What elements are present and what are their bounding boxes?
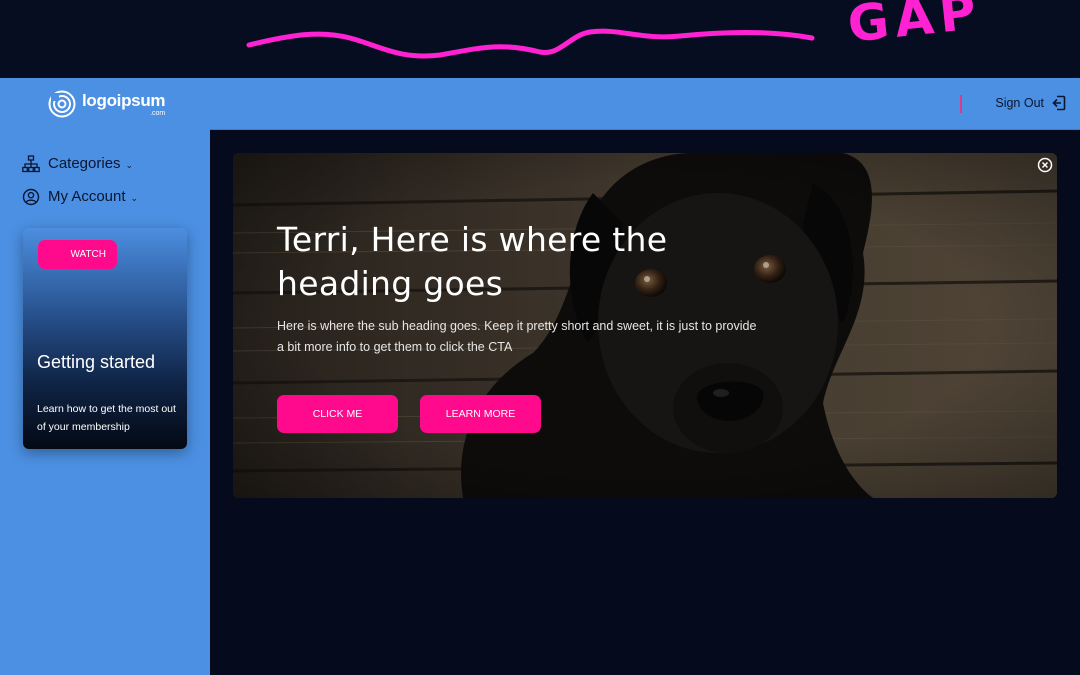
brand-suffix: .com — [150, 109, 166, 117]
watch-button[interactable]: WATCH — [38, 240, 117, 269]
close-icon[interactable] — [1037, 157, 1053, 173]
sidebar-item-categories[interactable]: Categories ⌄ — [22, 154, 138, 173]
learn-more-button[interactable]: LEARN MORE — [420, 395, 541, 433]
sidebar-item-my-account[interactable]: My Account ⌄ — [22, 187, 138, 206]
sign-out-icon — [1052, 95, 1066, 111]
sidebar: logoipsum .com Categories ⌄ My Account ⌄… — [0, 78, 210, 675]
getting-started-card[interactable]: WATCH Getting started Learn how to get t… — [23, 228, 187, 449]
brand-logo[interactable]: logoipsum .com — [48, 89, 166, 119]
card-title: Getting started — [37, 352, 156, 372]
hero-subheading: Here is where the sub heading goes. Keep… — [277, 319, 757, 354]
click-me-button[interactable]: CLICK ME — [277, 395, 398, 433]
sidebar-nav: Categories ⌄ My Account ⌄ — [22, 154, 138, 206]
sidebar-item-label: My Account — [48, 188, 126, 205]
topbar-divider — [960, 95, 962, 113]
user-circle-icon — [22, 188, 40, 205]
brand-name: logoipsum — [82, 90, 166, 110]
brand-wordmark: logoipsum .com — [82, 90, 166, 117]
sitemap-icon — [22, 154, 40, 172]
top-bar: Sign Out — [210, 78, 1080, 130]
sidebar-item-label: Categories — [48, 155, 121, 172]
hero-banner: Terri, Here is where the heading goes He… — [233, 153, 1057, 498]
sign-out-button[interactable]: Sign Out — [995, 95, 1066, 111]
app-window: logoipsum .com Categories ⌄ My Account ⌄… — [0, 78, 1080, 675]
chevron-down-icon: ⌄ — [125, 159, 134, 170]
chevron-down-icon: ⌄ — [130, 192, 139, 203]
logo-mark-icon — [48, 90, 76, 118]
sign-out-label: Sign Out — [995, 96, 1044, 110]
card-description: Learn how to get the most out of your me… — [37, 403, 176, 433]
hero-heading: Terri, Here is where the heading goes — [277, 220, 668, 303]
annotation-strip: GAP — [0, 0, 1080, 78]
